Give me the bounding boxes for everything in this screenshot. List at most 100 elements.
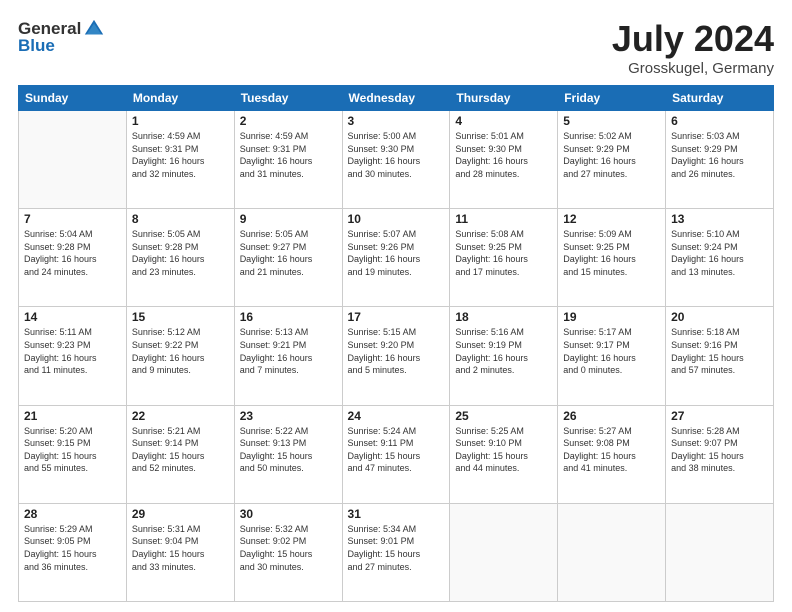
day-number: 5: [563, 114, 660, 128]
day-number: 21: [24, 409, 121, 423]
day-header-tuesday: Tuesday: [234, 86, 342, 111]
day-info: Sunrise: 5:09 AM Sunset: 9:25 PM Dayligh…: [563, 228, 660, 278]
day-number: 11: [455, 212, 552, 226]
calendar-cell: 15 Sunrise: 5:12 AM Sunset: 9:22 PM Dayli…: [126, 307, 234, 405]
day-number: 17: [348, 310, 445, 324]
logo-icon: [83, 18, 105, 40]
day-number: 30: [240, 507, 337, 521]
day-number: 13: [671, 212, 768, 226]
day-info: Sunrise: 5:16 AM Sunset: 9:19 PM Dayligh…: [455, 326, 552, 376]
day-info: Sunrise: 5:24 AM Sunset: 9:11 PM Dayligh…: [348, 425, 445, 475]
day-number: 12: [563, 212, 660, 226]
day-info: Sunrise: 5:05 AM Sunset: 9:28 PM Dayligh…: [132, 228, 229, 278]
calendar-cell: [558, 503, 666, 601]
week-row-3: 14 Sunrise: 5:11 AM Sunset: 9:23 PM Dayli…: [19, 307, 774, 405]
calendar-cell: 17Sunrise: 5:15 AM Sunset: 9:20 PM Dayli…: [342, 307, 450, 405]
day-info: Sunrise: 5:13 AM Sunset: 9:21 PM Dayligh…: [240, 326, 337, 376]
calendar-cell: 11 Sunrise: 5:08 AM Sunset: 9:25 PM Dayli…: [450, 209, 558, 307]
day-number: 24: [348, 409, 445, 423]
calendar-cell: 31 Sunrise: 5:34 AM Sunset: 9:01 PM Dayli…: [342, 503, 450, 601]
day-info: Sunrise: 5:03 AM Sunset: 9:29 PM Dayligh…: [671, 130, 768, 180]
calendar-cell: 20Sunrise: 5:18 AM Sunset: 9:16 PM Dayli…: [666, 307, 774, 405]
day-info: Sunrise: 5:04 AM Sunset: 9:28 PM Dayligh…: [24, 228, 121, 278]
day-info: Sunrise: 5:10 AM Sunset: 9:24 PM Dayligh…: [671, 228, 768, 278]
day-number: 6: [671, 114, 768, 128]
day-number: 18: [455, 310, 552, 324]
day-number: 8: [132, 212, 229, 226]
day-number: 14: [24, 310, 121, 324]
calendar-cell: 3Sunrise: 5:00 AM Sunset: 9:30 PM Daylig…: [342, 111, 450, 209]
day-info: Sunrise: 5:11 AM Sunset: 9:23 PM Dayligh…: [24, 326, 121, 376]
day-info: Sunrise: 5:08 AM Sunset: 9:25 PM Dayligh…: [455, 228, 552, 278]
day-number: 9: [240, 212, 337, 226]
day-info: Sunrise: 5:17 AM Sunset: 9:17 PM Dayligh…: [563, 326, 660, 376]
day-header-sunday: Sunday: [19, 86, 127, 111]
calendar-header-row: SundayMondayTuesdayWednesdayThursdayFrid…: [19, 86, 774, 111]
calendar-cell: 29 Sunrise: 5:31 AM Sunset: 9:04 PM Dayli…: [126, 503, 234, 601]
calendar-cell: 14 Sunrise: 5:11 AM Sunset: 9:23 PM Dayli…: [19, 307, 127, 405]
calendar-table: SundayMondayTuesdayWednesdayThursdayFrid…: [18, 85, 774, 602]
calendar-cell: 2Sunrise: 4:59 AM Sunset: 9:31 PM Daylig…: [234, 111, 342, 209]
day-number: 10: [348, 212, 445, 226]
main-title: July 2024: [612, 18, 774, 60]
day-info: Sunrise: 5:12 AM Sunset: 9:22 PM Dayligh…: [132, 326, 229, 376]
day-info: Sunrise: 5:05 AM Sunset: 9:27 PM Dayligh…: [240, 228, 337, 278]
calendar-cell: 12 Sunrise: 5:09 AM Sunset: 9:25 PM Dayli…: [558, 209, 666, 307]
day-info: Sunrise: 5:02 AM Sunset: 9:29 PM Dayligh…: [563, 130, 660, 180]
day-number: 2: [240, 114, 337, 128]
calendar-cell: 5 Sunrise: 5:02 AM Sunset: 9:29 PM Daylig…: [558, 111, 666, 209]
calendar-cell: 13 Sunrise: 5:10 AM Sunset: 9:24 PM Dayli…: [666, 209, 774, 307]
week-row-1: 1Sunrise: 4:59 AM Sunset: 9:31 PM Daylig…: [19, 111, 774, 209]
week-row-4: 21Sunrise: 5:20 AM Sunset: 9:15 PM Dayli…: [19, 405, 774, 503]
day-number: 19: [563, 310, 660, 324]
day-number: 29: [132, 507, 229, 521]
day-number: 4: [455, 114, 552, 128]
day-number: 31: [348, 507, 445, 521]
day-info: Sunrise: 5:29 AM Sunset: 9:05 PM Dayligh…: [24, 523, 121, 573]
day-info: Sunrise: 5:31 AM Sunset: 9:04 PM Dayligh…: [132, 523, 229, 573]
day-header-thursday: Thursday: [450, 86, 558, 111]
calendar-cell: 1Sunrise: 4:59 AM Sunset: 9:31 PM Daylig…: [126, 111, 234, 209]
header: General Blue July 2024 Grosskugel, Germa…: [18, 18, 774, 77]
calendar-cell: [450, 503, 558, 601]
calendar-cell: 18 Sunrise: 5:16 AM Sunset: 9:19 PM Dayli…: [450, 307, 558, 405]
page: General Blue July 2024 Grosskugel, Germa…: [0, 0, 792, 612]
calendar-cell: [19, 111, 127, 209]
calendar-cell: 16 Sunrise: 5:13 AM Sunset: 9:21 PM Dayli…: [234, 307, 342, 405]
calendar-cell: 28 Sunrise: 5:29 AM Sunset: 9:05 PM Dayli…: [19, 503, 127, 601]
calendar-cell: 25Sunrise: 5:25 AM Sunset: 9:10 PM Dayli…: [450, 405, 558, 503]
logo: General Blue: [18, 18, 105, 56]
calendar-cell: 19 Sunrise: 5:17 AM Sunset: 9:17 PM Dayli…: [558, 307, 666, 405]
calendar-cell: 23Sunrise: 5:22 AM Sunset: 9:13 PM Dayli…: [234, 405, 342, 503]
calendar-cell: [666, 503, 774, 601]
day-header-saturday: Saturday: [666, 86, 774, 111]
day-info: Sunrise: 5:34 AM Sunset: 9:01 PM Dayligh…: [348, 523, 445, 573]
calendar-cell: 30 Sunrise: 5:32 AM Sunset: 9:02 PM Dayli…: [234, 503, 342, 601]
day-header-wednesday: Wednesday: [342, 86, 450, 111]
calendar-cell: 24 Sunrise: 5:24 AM Sunset: 9:11 PM Dayli…: [342, 405, 450, 503]
day-number: 22: [132, 409, 229, 423]
day-number: 25: [455, 409, 552, 423]
day-number: 3: [348, 114, 445, 128]
day-info: Sunrise: 5:01 AM Sunset: 9:30 PM Dayligh…: [455, 130, 552, 180]
title-area: July 2024 Grosskugel, Germany: [612, 18, 774, 77]
day-number: 15: [132, 310, 229, 324]
calendar-cell: 7 Sunrise: 5:04 AM Sunset: 9:28 PM Daylig…: [19, 209, 127, 307]
calendar-cell: 21Sunrise: 5:20 AM Sunset: 9:15 PM Dayli…: [19, 405, 127, 503]
logo-blue: Blue: [18, 36, 55, 56]
day-info: Sunrise: 5:28 AM Sunset: 9:07 PM Dayligh…: [671, 425, 768, 475]
day-number: 7: [24, 212, 121, 226]
calendar-cell: 6 Sunrise: 5:03 AM Sunset: 9:29 PM Daylig…: [666, 111, 774, 209]
day-number: 28: [24, 507, 121, 521]
calendar-cell: 22 Sunrise: 5:21 AM Sunset: 9:14 PM Dayli…: [126, 405, 234, 503]
day-number: 27: [671, 409, 768, 423]
day-number: 20: [671, 310, 768, 324]
day-info: Sunrise: 5:32 AM Sunset: 9:02 PM Dayligh…: [240, 523, 337, 573]
day-info: Sunrise: 5:07 AM Sunset: 9:26 PM Dayligh…: [348, 228, 445, 278]
day-header-friday: Friday: [558, 86, 666, 111]
subtitle: Grosskugel, Germany: [612, 60, 774, 77]
calendar-cell: 4 Sunrise: 5:01 AM Sunset: 9:30 PM Daylig…: [450, 111, 558, 209]
week-row-5: 28 Sunrise: 5:29 AM Sunset: 9:05 PM Dayli…: [19, 503, 774, 601]
day-info: Sunrise: 5:21 AM Sunset: 9:14 PM Dayligh…: [132, 425, 229, 475]
day-number: 16: [240, 310, 337, 324]
